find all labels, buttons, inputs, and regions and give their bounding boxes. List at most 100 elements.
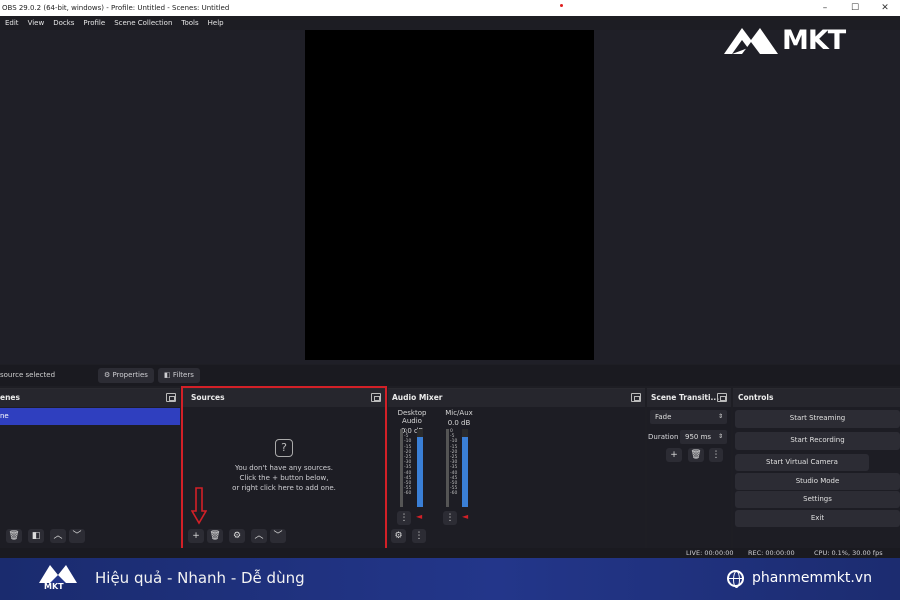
channel-name: Desktop Audio — [397, 409, 427, 425]
meter-scale: 0 -5 -10 -15 -20 -25 -30 -35 -40 -45 -50 -55 -60 — [404, 429, 411, 497]
undock-icon[interactable] — [717, 393, 727, 402]
remove-scene-button[interactable]: 🗑 — [6, 529, 22, 543]
trash-icon: 🗑 — [8, 531, 20, 541]
scale-tick: -10 — [450, 439, 458, 445]
gear-icon: ⚙ — [394, 531, 403, 541]
menu-edit[interactable]: Edit — [0, 16, 23, 30]
mic-icon[interactable]: ◄ — [462, 512, 468, 521]
channel-db: 0.0 dB — [447, 419, 471, 427]
volume-slider[interactable] — [462, 429, 468, 507]
scene-filters-button[interactable]: ◧ — [28, 529, 44, 543]
advanced-audio-button[interactable]: ⚙ — [391, 529, 406, 543]
scenes-header: enes — [0, 389, 180, 407]
undock-icon[interactable] — [631, 393, 641, 402]
recording-dot — [560, 4, 563, 7]
mixer-channel-desktop: Desktop Audio 0.0 dB — [388, 409, 436, 435]
status-bar: LIVE: 00:00:00 REC: 00:00:00 CPU: 0.1%, … — [0, 548, 900, 558]
scenes-title: enes — [0, 393, 20, 402]
transition-menu-button[interactable]: ⋮ — [709, 448, 723, 462]
start-streaming-button[interactable]: Start Streaming — [735, 410, 900, 428]
scene-item[interactable]: ne — [0, 408, 180, 425]
move-scene-up-button[interactable]: ︿ — [50, 529, 66, 543]
filters-label: Filters — [172, 371, 194, 379]
menu-view[interactable]: View — [23, 16, 49, 30]
live-status: LIVE: 00:00:00 — [686, 549, 734, 557]
dots-icon: ⋮ — [445, 513, 455, 523]
mkt-logo: MKT — [722, 22, 882, 62]
highlight-box — [181, 386, 387, 552]
promo-banner: MKT Hiệu quả - Nhanh - Dễ dùng phanmemmk… — [0, 558, 900, 600]
volume-slider[interactable] — [417, 429, 423, 507]
studio-mode-button[interactable]: Studio Mode — [735, 473, 900, 490]
scale-tick: -35 — [404, 465, 412, 471]
transitions-title: Scene Transiti... — [651, 393, 720, 402]
mixer-menu-button[interactable]: ⋮ — [412, 529, 426, 543]
transitions-dock: Scene Transiti... Fade ⇕ Duration 950 ms… — [647, 388, 731, 548]
trash-icon: 🗑 — [690, 450, 702, 460]
cpu-status: CPU: 0.1%, 30.00 fps — [814, 549, 883, 557]
menu-tools[interactable]: Tools — [176, 16, 202, 30]
preview-canvas[interactable] — [305, 30, 594, 360]
dots-icon: ⋮ — [399, 513, 409, 523]
mkt-logo-icon — [724, 28, 778, 54]
remove-transition-button[interactable]: 🗑 — [688, 448, 704, 462]
add-transition-button[interactable]: + — [666, 448, 682, 462]
banner-logo-text: MKT — [44, 582, 64, 591]
maximize-button[interactable]: ☐ — [840, 0, 870, 16]
start-recording-button[interactable]: Start Recording — [735, 432, 900, 450]
filter-icon: ◧ — [164, 371, 171, 379]
scale-tick: -60 — [404, 491, 412, 497]
chevron-up-icon: ︿ — [53, 531, 63, 541]
menu-docks[interactable]: Docks — [48, 16, 78, 30]
banner-website[interactable]: phanmemmkt.vn — [752, 570, 872, 586]
level-meter — [400, 429, 403, 507]
scale-tick: -35 — [450, 465, 458, 471]
banner-tagline: Hiệu quả - Nhanh - Dễ dùng — [95, 569, 305, 587]
selection-status: source selected — [0, 371, 56, 379]
audio-mixer-dock: Audio Mixer Desktop Audio 0.0 dB Mic/Aux… — [388, 388, 645, 548]
move-scene-down-button[interactable]: ﹀ — [69, 529, 85, 543]
menu-scene-collection[interactable]: Scene Collection — [109, 16, 176, 30]
globe-icon — [727, 570, 744, 588]
scale-tick: -10 — [404, 439, 412, 445]
transitions-header: Scene Transiti... — [647, 389, 731, 407]
controls-header: Controls — [733, 389, 900, 407]
mixer-title: Audio Mixer — [392, 393, 443, 402]
menu-help[interactable]: Help — [203, 16, 228, 30]
channel-db: 0.0 dB — [400, 427, 424, 435]
controls-title: Controls — [738, 393, 774, 402]
minimize-button[interactable]: – — [810, 0, 840, 16]
transition-type: Fade — [655, 413, 672, 421]
duration-input[interactable]: 950 ms ⇕ — [680, 430, 727, 444]
mkt-banner-logo-icon — [39, 565, 77, 583]
logo-text: MKT — [782, 25, 846, 56]
chevron-updown-icon: ⇕ — [717, 413, 723, 420]
transition-select[interactable]: Fade ⇕ — [650, 410, 727, 424]
scene-item-label: ne — [0, 412, 9, 420]
close-button[interactable]: ✕ — [870, 0, 900, 16]
properties-label: Properties — [112, 371, 148, 379]
menu-profile[interactable]: Profile — [78, 16, 109, 30]
rec-status: REC: 00:00:00 — [748, 549, 795, 557]
settings-button[interactable]: Settings — [735, 491, 900, 508]
filters-button[interactable]: ◧ Filters — [158, 368, 200, 383]
mixer-header: Audio Mixer — [388, 389, 645, 407]
preview-area — [0, 30, 900, 364]
exit-button[interactable]: Exit — [735, 510, 900, 527]
speaker-icon[interactable]: ◄ — [416, 512, 422, 521]
dots-icon: ⋮ — [711, 450, 721, 460]
source-toolbar: source selected ⚙ Properties ◧ Filters — [0, 365, 900, 386]
chevron-down-icon: ﹀ — [72, 531, 82, 541]
start-virtual-camera-button[interactable]: Start Virtual Camera — [735, 454, 869, 471]
undock-icon[interactable] — [166, 393, 176, 402]
chevron-updown-icon: ⇕ — [717, 433, 723, 440]
properties-button[interactable]: ⚙ Properties — [98, 368, 154, 383]
level-meter — [446, 429, 449, 507]
scenes-dock: enes ne 🗑 ◧ ︿ ﹀ — [0, 388, 180, 548]
channel-menu-button[interactable]: ⋮ — [397, 511, 411, 525]
meter-scale: 0 -5 -10 -15 -20 -25 -30 -35 -40 -45 -50 -55 -60 — [450, 429, 457, 497]
down-arrow-icon — [191, 487, 207, 525]
channel-menu-button[interactable]: ⋮ — [443, 511, 457, 525]
dots-icon: ⋮ — [414, 531, 424, 541]
mixer-channel-mic: Mic/Aux 0.0 dB — [440, 409, 478, 427]
